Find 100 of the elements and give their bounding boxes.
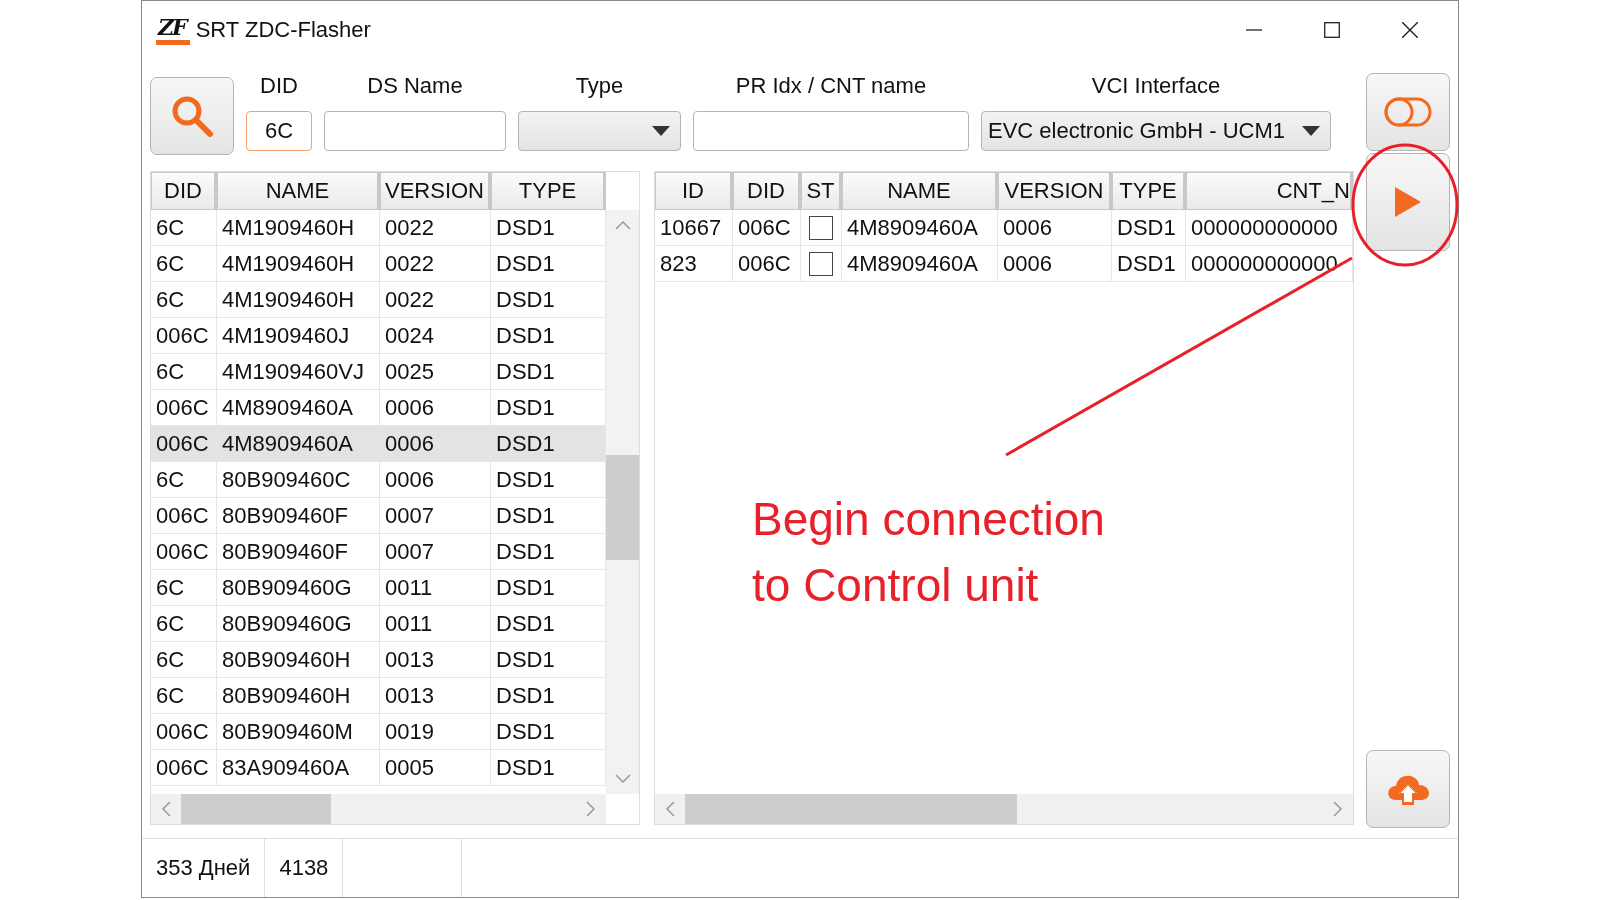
- table-cell: 823: [655, 246, 733, 281]
- table-cell: 0007: [380, 498, 491, 533]
- column-header[interactable]: VERSION: [998, 172, 1112, 210]
- vertical-scrollbar[interactable]: [606, 210, 639, 794]
- close-icon[interactable]: [1402, 22, 1418, 38]
- column-header[interactable]: NAME: [217, 172, 380, 210]
- status-text: 353 Дней: [142, 839, 266, 897]
- connect-toggle-button[interactable]: [1366, 73, 1450, 151]
- field-label: PR Idx / CNT name: [735, 73, 927, 99]
- caret-icon: [652, 126, 670, 136]
- table-cell: 006C: [151, 390, 217, 425]
- status-text: 4138: [265, 839, 344, 897]
- table-cell: DSD1: [1112, 210, 1186, 245]
- table-cell: 006C: [733, 246, 801, 281]
- scroll-up-icon[interactable]: [614, 220, 631, 230]
- table-cell: 6C: [151, 246, 217, 281]
- table-row[interactable]: 006C 80B909460M 0019 DSD1: [151, 714, 606, 750]
- table-row[interactable]: 6C 80B909460H 0013 DSD1: [151, 642, 606, 678]
- table-cell: 0007: [380, 534, 491, 569]
- table-row[interactable]: 6C 80B909460G 0011 DSD1: [151, 570, 606, 606]
- scroll-right-icon[interactable]: [1333, 801, 1343, 817]
- table-row[interactable]: 6C 4M1909460H 0022 DSD1: [151, 246, 606, 282]
- table-cell: 6C: [151, 462, 217, 497]
- table-cell: 10667: [655, 210, 733, 245]
- search-button[interactable]: [150, 77, 234, 155]
- table-cell: 006C: [151, 318, 217, 353]
- table-row[interactable]: 006C 80B909460F 0007 DSD1: [151, 534, 606, 570]
- table-cell: 83A909460A: [217, 750, 380, 785]
- scroll-right-icon[interactable]: [586, 801, 596, 817]
- table-cell: 0013: [380, 678, 491, 713]
- column-header[interactable]: TYPE: [1112, 172, 1186, 210]
- table-row[interactable]: 006C 4M8909460A 0006 DSD1: [151, 426, 606, 462]
- field-label: DID: [260, 73, 298, 99]
- table-cell: 6C: [151, 570, 217, 605]
- column-header[interactable]: CNT_N: [1186, 172, 1353, 210]
- table-cell: 6C: [151, 354, 217, 389]
- table-row[interactable]: 006C 83A909460A 0005 DSD1: [151, 750, 606, 786]
- table-cell: 0022: [380, 246, 491, 281]
- table-cell: 80B909460G: [217, 606, 380, 641]
- table-row[interactable]: 006C 80B909460F 0007 DSD1: [151, 498, 606, 534]
- table-row[interactable]: 6C 4M1909460H 0022 DSD1: [151, 210, 606, 246]
- table-cell: 80B909460F: [217, 534, 380, 569]
- table-cell: 4M8909460A: [217, 390, 380, 425]
- table-cell: 4M8909460A: [842, 210, 998, 245]
- upload-button[interactable]: [1366, 750, 1450, 828]
- scrollbar-thumb[interactable]: [606, 454, 639, 560]
- table-cell: 000000000000: [1186, 210, 1353, 245]
- column-header[interactable]: ID: [655, 172, 733, 210]
- table-cell: 80B909460H: [217, 678, 380, 713]
- search-icon: [170, 94, 214, 138]
- table-cell: 0024: [380, 318, 491, 353]
- play-button[interactable]: [1366, 153, 1450, 251]
- dropdown[interactable]: EVC electronic GmbH - UCM1: [981, 111, 1331, 151]
- column-header[interactable]: NAME: [842, 172, 998, 210]
- play-icon: [1395, 187, 1421, 217]
- table-row[interactable]: 6C 80B909460C 0006 DSD1: [151, 462, 606, 498]
- column-header[interactable]: TYPE: [491, 172, 606, 210]
- column-header[interactable]: VERSION: [380, 172, 491, 210]
- table-cell: 006C: [151, 498, 217, 533]
- input-field[interactable]: [693, 111, 969, 151]
- table-row[interactable]: 6C 80B909460H 0013 DSD1: [151, 678, 606, 714]
- table-row[interactable]: 6C 80B909460G 0011 DSD1: [151, 606, 606, 642]
- table-cell: 80B909460C: [217, 462, 380, 497]
- maximize-icon[interactable]: [1324, 22, 1340, 38]
- scroll-left-icon[interactable]: [161, 801, 171, 817]
- column-header[interactable]: DID: [151, 172, 217, 210]
- scroll-left-icon[interactable]: [665, 801, 675, 817]
- table-cell: 000000000000: [1186, 246, 1353, 281]
- table-cell: DSD1: [1112, 246, 1186, 281]
- table-row[interactable]: 6C 4M1909460H 0022 DSD1: [151, 282, 606, 318]
- checkbox[interactable]: [809, 251, 833, 276]
- table-row[interactable]: 6C 4M1909460VJ 0025 DSD1: [151, 354, 606, 390]
- checkbox[interactable]: [809, 215, 833, 240]
- input-field[interactable]: 6C: [246, 111, 312, 151]
- table-cell: 4M8909460A: [842, 246, 998, 281]
- table-cell: 0013: [380, 642, 491, 677]
- table-row[interactable]: 006C 4M1909460J 0024 DSD1: [151, 318, 606, 354]
- table-cell: 80B909460M: [217, 714, 380, 749]
- table-cell: 4M8909460A: [217, 426, 380, 461]
- input-field[interactable]: [324, 111, 506, 151]
- table-cell: 6C: [151, 282, 217, 317]
- field-label: VCI Interface: [1091, 73, 1221, 99]
- table-cell: 80B909460F: [217, 498, 380, 533]
- table-cell: 4M1909460H: [217, 246, 380, 281]
- table-cell: 0006: [998, 210, 1112, 245]
- table-cell: 80B909460H: [217, 642, 380, 677]
- table-cell: 0006: [380, 426, 491, 461]
- column-header[interactable]: DID: [733, 172, 801, 210]
- column-header[interactable]: ST: [801, 172, 842, 210]
- table-cell: 006C: [151, 714, 217, 749]
- table-cell: 6C: [151, 642, 217, 677]
- table-cell: 80B909460G: [217, 570, 380, 605]
- table-cell: 4M1909460H: [217, 282, 380, 317]
- dropdown[interactable]: [518, 111, 681, 151]
- scrollbar-thumb[interactable]: [181, 794, 332, 824]
- scrollbar-thumb[interactable]: [685, 794, 1017, 824]
- field-label: Type: [575, 73, 624, 99]
- toggle-icon: [1384, 97, 1432, 127]
- table-cell: 006C: [151, 750, 217, 785]
- scroll-down-icon[interactable]: [614, 774, 631, 784]
